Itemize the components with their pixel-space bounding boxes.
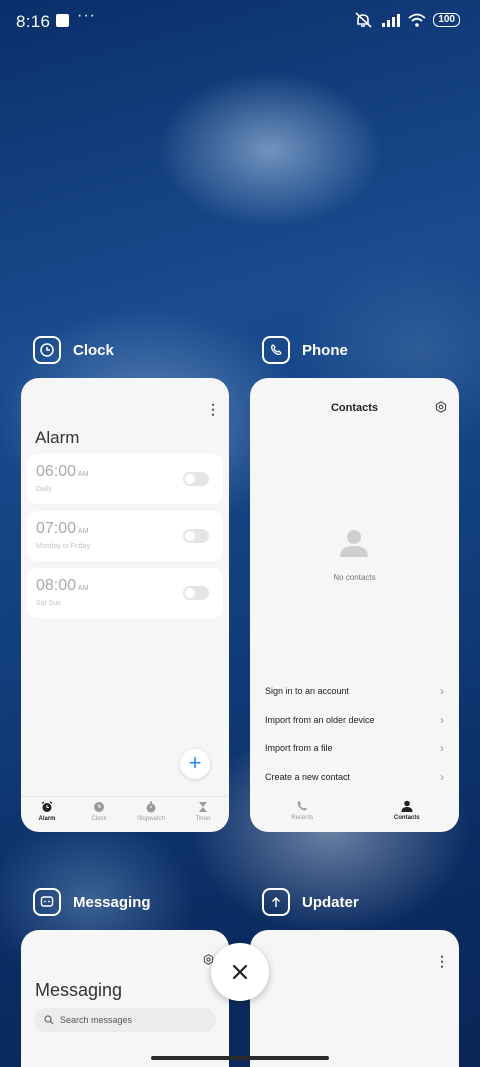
alarm-item[interactable]: 08:00 AM Sat Sun bbox=[27, 568, 223, 618]
phone-app-name: Phone bbox=[302, 341, 348, 359]
updater-app-name: Updater bbox=[302, 893, 359, 911]
messaging-app-name: Messaging bbox=[73, 893, 151, 911]
alarm-time: 07:00 AM bbox=[36, 520, 89, 537]
messaging-app-card[interactable]: Messaging Search messages bbox=[21, 930, 229, 1067]
updater-app-card[interactable]: ⋮ bbox=[250, 930, 459, 1067]
menu-item-import-file[interactable]: Import from a file › bbox=[265, 738, 444, 758]
no-contacts-text: No contacts bbox=[333, 573, 376, 582]
alarm-toggle[interactable] bbox=[183, 472, 209, 486]
messaging-title: Messaging bbox=[35, 980, 123, 1000]
tab-contacts[interactable]: Contacts bbox=[355, 796, 460, 832]
search-messages-input[interactable]: Search messages bbox=[34, 1008, 216, 1032]
phone-app-card[interactable]: Contacts No contacts Sign in to an accou… bbox=[250, 378, 459, 832]
person-icon bbox=[401, 800, 413, 812]
menu-item-create-contact[interactable]: Create a new contact › bbox=[265, 767, 444, 787]
chevron-right-icon: › bbox=[440, 741, 444, 755]
alarm-repeat: Daily bbox=[36, 486, 52, 493]
more-options-icon[interactable]: ⋮ bbox=[206, 402, 220, 416]
alarm-title: Alarm bbox=[35, 428, 80, 447]
clock-tab-bar: Alarm Clock Stopwatch Timer bbox=[21, 796, 229, 832]
home-indicator[interactable] bbox=[151, 1056, 329, 1060]
mute-icon bbox=[355, 12, 372, 28]
clock-app-name: Clock bbox=[73, 341, 114, 359]
tab-alarm[interactable]: Alarm bbox=[21, 797, 73, 832]
empty-contact-avatar-icon bbox=[340, 530, 368, 557]
phone-app-icon bbox=[262, 336, 290, 364]
alarm-icon bbox=[41, 801, 53, 812]
more-notifications-icon: ··· bbox=[77, 7, 96, 24]
updater-app-icon bbox=[262, 888, 290, 916]
updater-app-header[interactable]: Updater bbox=[262, 888, 359, 916]
messaging-app-header[interactable]: Messaging bbox=[33, 888, 151, 916]
contacts-title: Contacts bbox=[330, 402, 379, 414]
tab-timer[interactable]: Timer bbox=[177, 797, 229, 832]
add-alarm-button[interactable]: + bbox=[180, 749, 210, 779]
signal-icon bbox=[382, 14, 401, 27]
close-icon bbox=[232, 964, 248, 980]
chevron-right-icon: › bbox=[440, 684, 444, 698]
alarm-toggle[interactable] bbox=[183, 529, 209, 543]
status-icons: 100 bbox=[354, 12, 460, 28]
alarm-time: 06:00 AM bbox=[36, 463, 89, 480]
status-time: 8:16 bbox=[16, 12, 51, 31]
alarm-item[interactable]: 06:00 AM Daily bbox=[27, 454, 223, 504]
chevron-right-icon: › bbox=[440, 770, 444, 784]
wifi-icon bbox=[408, 13, 426, 27]
clock-icon bbox=[94, 802, 104, 812]
alarm-repeat: Sat Sun bbox=[36, 600, 61, 607]
alarm-time: 08:00 AM bbox=[36, 577, 89, 594]
stopwatch-icon bbox=[146, 801, 156, 813]
more-options-icon[interactable]: ⋮ bbox=[435, 954, 449, 968]
status-bar: 8:16 ··· 100 bbox=[0, 0, 480, 44]
tab-stopwatch[interactable]: Stopwatch bbox=[125, 797, 177, 832]
tab-recents[interactable]: Recents bbox=[250, 796, 355, 832]
phone-tab-bar: Recents Contacts bbox=[250, 796, 459, 832]
alarm-toggle[interactable] bbox=[183, 586, 209, 600]
tab-clock[interactable]: Clock bbox=[73, 797, 125, 832]
alarm-item[interactable]: 07:00 AM Monday to Friday bbox=[27, 511, 223, 561]
menu-item-sign-in[interactable]: Sign in to an account › bbox=[265, 681, 444, 701]
clock-app-card[interactable]: ⋮ Alarm 06:00 AM Daily 07:00 AM Monday to … bbox=[21, 378, 229, 832]
clock-app-icon bbox=[33, 336, 61, 364]
messaging-app-icon bbox=[33, 888, 61, 916]
clock-app-header[interactable]: Clock bbox=[33, 336, 114, 364]
battery-indicator: 100 bbox=[433, 13, 460, 27]
phone-icon bbox=[297, 801, 308, 811]
chevron-right-icon: › bbox=[440, 713, 444, 727]
search-icon bbox=[44, 1015, 54, 1025]
phone-app-header[interactable]: Phone bbox=[262, 336, 348, 364]
clear-all-button[interactable] bbox=[211, 943, 269, 1001]
settings-gear-icon[interactable] bbox=[435, 401, 447, 413]
search-placeholder: Search messages bbox=[60, 1015, 133, 1025]
hourglass-icon bbox=[199, 802, 207, 812]
alarm-repeat: Monday to Friday bbox=[36, 543, 91, 550]
notification-square-icon bbox=[56, 14, 69, 27]
menu-item-import-older-device[interactable]: Import from an older device › bbox=[265, 710, 444, 730]
